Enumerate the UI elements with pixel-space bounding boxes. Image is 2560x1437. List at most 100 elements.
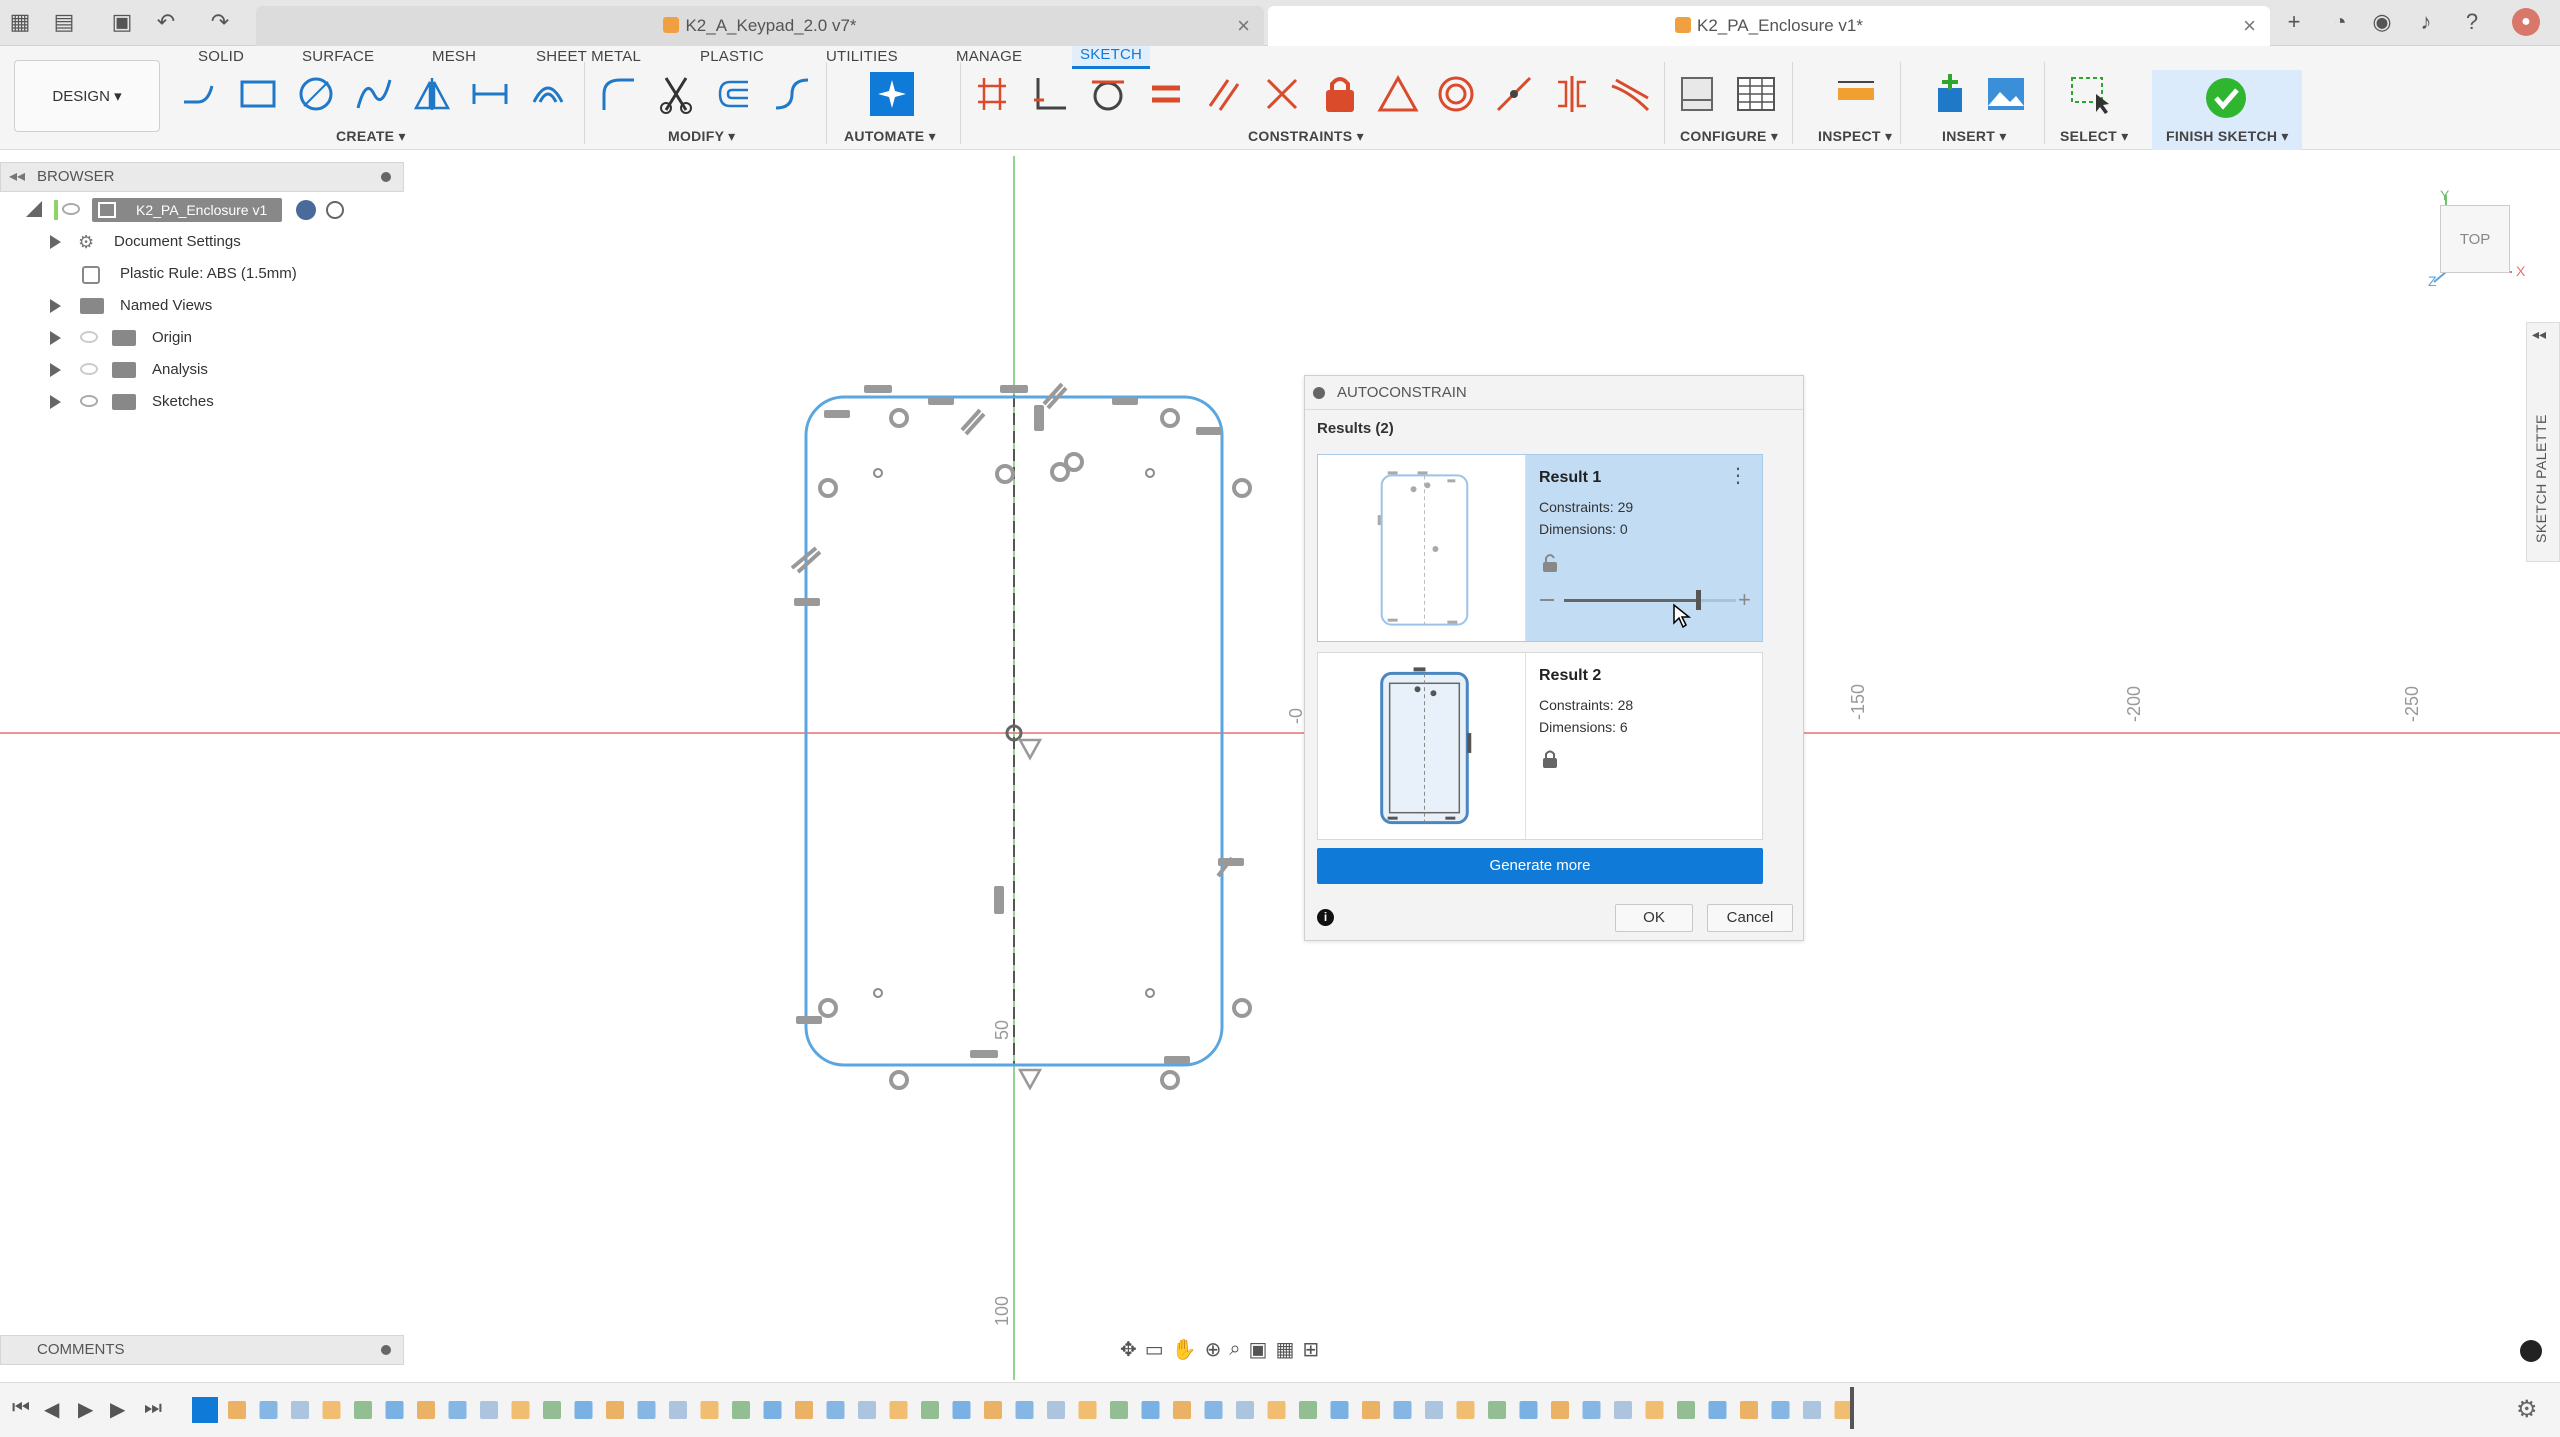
- notifications-icon[interactable]: ♪: [2412, 8, 2440, 36]
- sketch-curve-tool-icon[interactable]: [770, 72, 814, 116]
- timeline-step-back-icon[interactable]: ◀: [44, 1397, 59, 1422]
- trim-tool-icon[interactable]: [654, 72, 698, 116]
- timeline-feature[interactable]: [763, 1401, 782, 1419]
- timeline-feature[interactable]: [417, 1401, 435, 1419]
- unlocked-icon[interactable]: [1540, 553, 1560, 573]
- timeline-end-icon[interactable]: ⏭: [144, 1397, 162, 1420]
- concentric-constraint-icon[interactable]: [1434, 72, 1478, 116]
- timeline-step-forward-icon[interactable]: ▶: [110, 1397, 125, 1422]
- fix-constraint-lock-icon[interactable]: [1318, 72, 1362, 116]
- timeline-feature[interactable]: [574, 1401, 593, 1419]
- visibility-eye-icon[interactable]: [80, 395, 98, 407]
- autoconstrain-tool-icon[interactable]: [868, 70, 916, 118]
- browser-item-document-settings[interactable]: ⚙ Document Settings: [0, 226, 404, 258]
- expand-icon[interactable]: [50, 235, 61, 249]
- result-card-1[interactable]: Result 1 Constraints: 29 Dimensions: 0 ⋮…: [1317, 454, 1763, 642]
- grid-settings-icon[interactable]: ▦: [1275, 1337, 1294, 1362]
- result-card-2[interactable]: Result 2 Constraints: 28 Dimensions: 6: [1317, 652, 1763, 840]
- rectangle-tool-icon[interactable]: [236, 72, 280, 116]
- file-menu-icon[interactable]: ▤: [50, 8, 78, 36]
- timeline-settings-gear-icon[interactable]: ⚙: [2516, 1395, 2538, 1424]
- insert-canvas-image-icon[interactable]: [1984, 72, 2028, 116]
- timeline-feature[interactable]: [1393, 1401, 1412, 1419]
- fillet-tool-icon[interactable]: [596, 72, 640, 116]
- timeline-feature[interactable]: [511, 1401, 530, 1419]
- automate-menu[interactable]: AUTOMATE ▾: [844, 128, 936, 145]
- extensions-icon[interactable]: ◉: [2368, 8, 2396, 36]
- visibility-eye-hidden-icon[interactable]: [80, 363, 98, 375]
- timeline-feature[interactable]: [1771, 1401, 1790, 1419]
- tab-solid[interactable]: SOLID: [198, 48, 244, 65]
- tab-sketch[interactable]: SKETCH: [1072, 46, 1151, 69]
- timeline-feature[interactable]: [1015, 1401, 1034, 1419]
- timeline-feature[interactable]: [858, 1401, 876, 1419]
- line-tool-icon[interactable]: [178, 72, 222, 116]
- activate-radio-icon[interactable]: [326, 201, 344, 219]
- constraints-menu[interactable]: CONSTRAINTS ▾: [1248, 128, 1364, 145]
- timeline-feature[interactable]: [1582, 1401, 1601, 1419]
- new-tab-icon[interactable]: +: [2280, 8, 2308, 36]
- timeline-feature[interactable]: [1708, 1401, 1727, 1419]
- symmetry-constraint-icon[interactable]: [1550, 72, 1594, 116]
- undo-icon[interactable]: ↶: [152, 8, 180, 36]
- collapse-browser-icon[interactable]: ◂◂: [9, 163, 25, 191]
- timeline-feature[interactable]: [732, 1401, 750, 1419]
- timeline-feature[interactable]: [1645, 1401, 1664, 1419]
- select-window-icon[interactable]: [2068, 72, 2112, 116]
- timeline-play-icon[interactable]: ▶: [78, 1397, 93, 1422]
- timeline-feature[interactable]: [480, 1401, 498, 1419]
- timeline-feature[interactable]: [1519, 1401, 1538, 1419]
- circle-tool-icon[interactable]: [294, 72, 338, 116]
- timeline-feature[interactable]: [1803, 1401, 1821, 1419]
- orbit-icon[interactable]: ✥: [1120, 1337, 1137, 1362]
- insert-derive-icon[interactable]: [1928, 72, 1972, 116]
- equal-constraint-icon[interactable]: [1144, 72, 1188, 116]
- timeline-feature[interactable]: [1551, 1401, 1569, 1419]
- insert-menu[interactable]: INSERT ▾: [1942, 128, 2007, 145]
- root-component-label[interactable]: K2_PA_Enclosure v1: [92, 198, 282, 222]
- parallel-constraint-icon[interactable]: [1202, 72, 1246, 116]
- offset-tool-icon[interactable]: [526, 72, 570, 116]
- curvature-constraint-icon[interactable]: [1608, 72, 1652, 116]
- close-tab-icon[interactable]: ×: [1237, 6, 1250, 46]
- slider-minus-icon[interactable]: [1540, 599, 1554, 601]
- viewcube-top-face[interactable]: TOP: [2440, 205, 2510, 273]
- timeline-feature[interactable]: [322, 1401, 341, 1419]
- zoom-icon[interactable]: ⊕: [1205, 1337, 1222, 1362]
- mirror-tool-icon[interactable]: [410, 72, 454, 116]
- select-menu[interactable]: SELECT ▾: [2060, 128, 2129, 145]
- sketch-dimension-tool-icon[interactable]: [468, 72, 512, 116]
- tab-manage[interactable]: MANAGE: [956, 48, 1022, 65]
- redo-icon[interactable]: ↷: [206, 8, 234, 36]
- measure-icon[interactable]: [1834, 72, 1878, 116]
- timeline-feature[interactable]: [543, 1401, 561, 1419]
- perpendicular-lines-icon[interactable]: [1260, 72, 1304, 116]
- collinear-constraint-icon[interactable]: [1492, 72, 1536, 116]
- pan-hand-icon[interactable]: ✋: [1172, 1337, 1197, 1362]
- timeline-feature[interactable]: [448, 1401, 467, 1419]
- sketch-rounded-rectangle[interactable]: [804, 395, 1224, 1067]
- timeline-feature[interactable]: [291, 1401, 309, 1419]
- ok-button[interactable]: OK: [1615, 904, 1693, 932]
- timeline-feature[interactable]: [1614, 1401, 1632, 1419]
- display-settings-icon[interactable]: ▣: [1249, 1337, 1268, 1362]
- generate-more-button[interactable]: Generate more: [1317, 848, 1763, 884]
- tab-utilities[interactable]: UTILITIES: [826, 48, 898, 65]
- sketch-palette-collapsed[interactable]: SKETCH PALETTE: [2526, 322, 2560, 562]
- timeline-feature[interactable]: [921, 1401, 939, 1419]
- visibility-eye-hidden-icon[interactable]: [80, 331, 98, 343]
- timeline-feature[interactable]: [1078, 1401, 1097, 1419]
- dialog-titlebar[interactable]: AUTOCONSTRAIN: [1305, 376, 1803, 410]
- timeline-feature[interactable]: [1330, 1401, 1349, 1419]
- timeline-feature[interactable]: [1677, 1401, 1695, 1419]
- browser-item-named-views[interactable]: Named Views: [0, 290, 404, 322]
- look-at-icon[interactable]: ▭: [1145, 1337, 1164, 1362]
- timeline-features[interactable]: [192, 1393, 1853, 1427]
- zoom-window-icon[interactable]: ⌕: [1229, 1338, 1240, 1361]
- midpoint-constraint-icon[interactable]: [1376, 72, 1420, 116]
- browser-item-plastic-rule[interactable]: Plastic Rule: ABS (1.5mm): [0, 258, 404, 290]
- dialog-collapse-icon[interactable]: [1313, 387, 1325, 399]
- spline-tool-icon[interactable]: [352, 72, 396, 116]
- browser-header[interactable]: ◂◂ BROWSER: [0, 162, 404, 192]
- browser-pin-icon[interactable]: [381, 172, 391, 182]
